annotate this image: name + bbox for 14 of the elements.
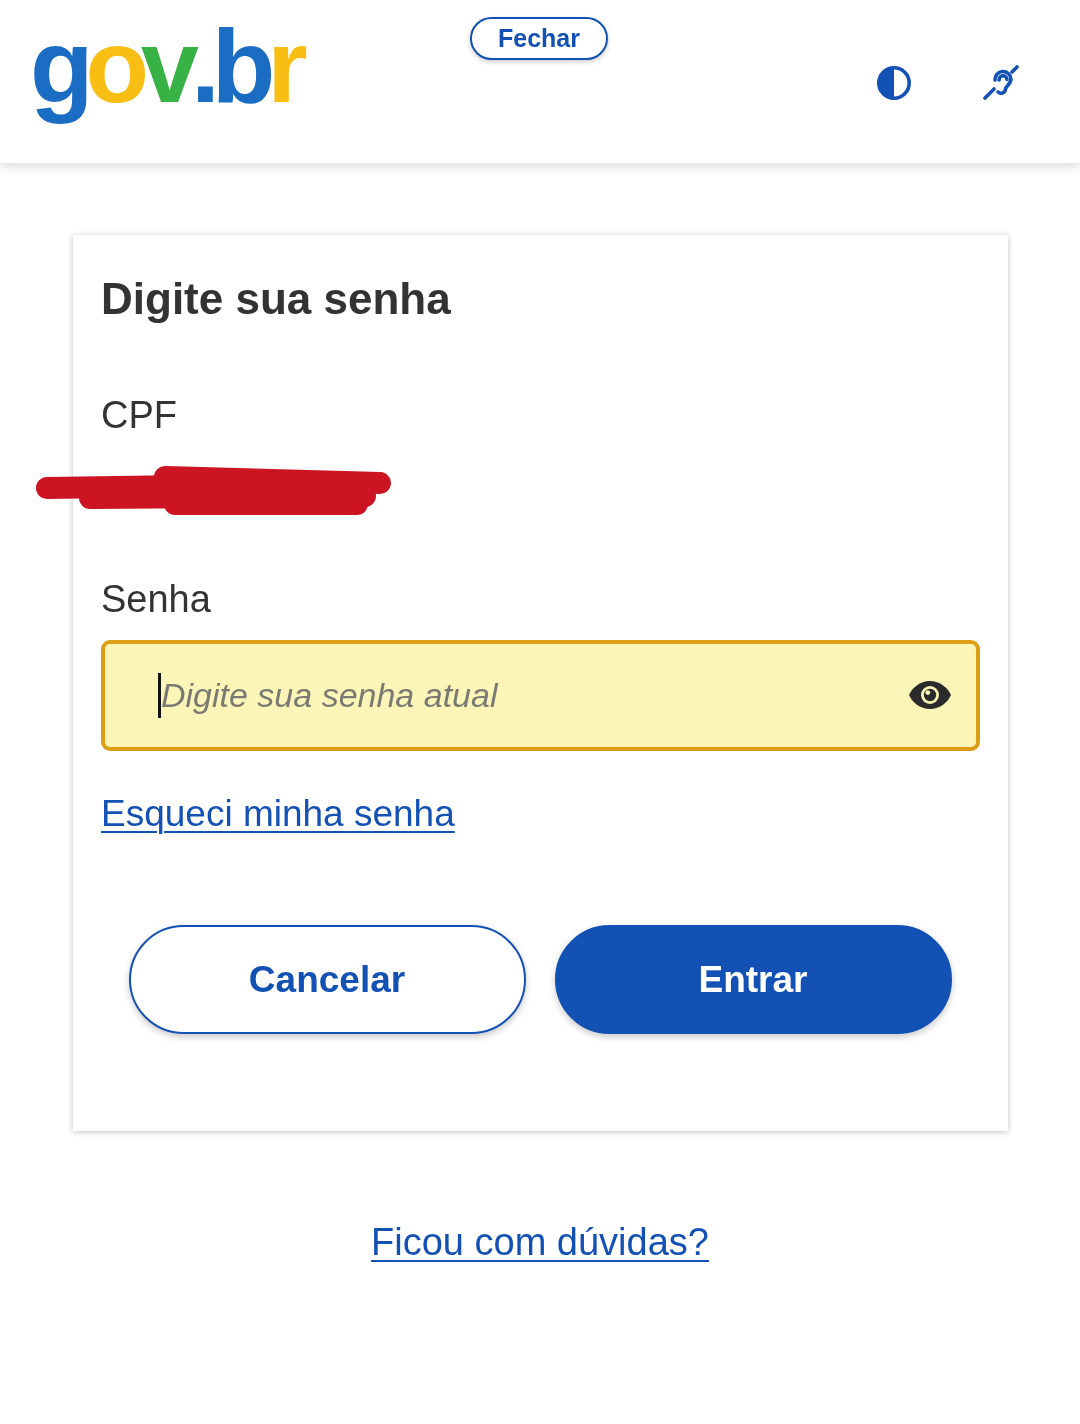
password-field[interactable]: Digite sua senha atual	[101, 640, 980, 751]
contrast-icon[interactable]	[877, 65, 911, 100]
password-label: Senha	[101, 577, 212, 622]
logo[interactable]: gov.br	[30, 7, 308, 127]
cancel-button[interactable]: Cancelar	[128, 925, 526, 1034]
eye-icon[interactable]	[908, 680, 952, 710]
submit-button[interactable]: Entrar	[554, 925, 952, 1034]
help-link[interactable]: Ficou com dúvidas?	[371, 1219, 709, 1265]
card-title: Digite sua senha	[101, 273, 452, 325]
ear-slash-icon[interactable]	[983, 65, 1019, 100]
cpf-label: CPF	[101, 393, 178, 438]
close-button[interactable]: Fechar	[470, 17, 608, 60]
forgot-password-link[interactable]: Esqueci minha senha	[101, 792, 455, 836]
text-cursor	[158, 673, 161, 718]
